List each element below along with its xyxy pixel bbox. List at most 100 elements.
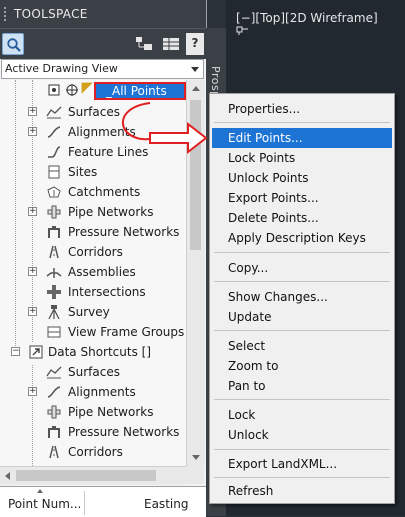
menu-item-apply-description-keys[interactable]: Apply Description Keys — [212, 228, 392, 248]
menu-item-export-points[interactable]: Export Points... — [212, 188, 392, 208]
scroll-up-icon[interactable] — [192, 86, 200, 91]
view-selector-dropdown[interactable]: Active Drawing View — [1, 59, 204, 79]
tree-vertical-scrollbar[interactable] — [186, 80, 205, 466]
expand-icon[interactable]: + — [28, 387, 37, 396]
toolspace-toolbar: ? — [0, 28, 206, 59]
menu-separator — [214, 252, 390, 253]
menu-item-zoom-to[interactable]: Zoom to — [212, 356, 392, 376]
tree-horizontal-scrollbar[interactable] — [0, 466, 186, 485]
intersections-icon — [47, 285, 61, 299]
menu-item-refresh[interactable]: Refresh — [212, 481, 392, 501]
menu-item-label: Export Points... — [228, 191, 319, 205]
menu-item-lock[interactable]: Lock — [212, 405, 392, 425]
pressure-networks-icon — [48, 226, 60, 238]
menu-item-pan-to[interactable]: Pan to — [212, 376, 392, 396]
points-icon — [66, 84, 78, 96]
menu-item-unlock-points[interactable]: Unlock Points — [212, 168, 392, 188]
tree-item-label: Corridors — [68, 245, 123, 259]
scroll-down-icon[interactable] — [192, 455, 200, 460]
expand-icon[interactable]: + — [28, 267, 37, 276]
tree-item-label: Data Shortcuts [] — [48, 345, 152, 359]
menu-separator — [214, 449, 390, 450]
scroll-thumb[interactable] — [190, 100, 201, 250]
tree-item-label: Survey — [68, 305, 110, 319]
menu-item-properties[interactable]: Properties... — [212, 99, 392, 119]
toolspace-title-bar[interactable]: TOOLSPACE — [0, 0, 206, 28]
tree-item-data-shortcuts[interactable]: − Data Shortcuts [] — [0, 342, 186, 362]
viewport-controls-label[interactable]: [−][Top][2D Wireframe] — [236, 11, 378, 25]
tree-item-pipe-networks[interactable]: + Pipe Networks — [0, 202, 186, 222]
menu-item-edit-points[interactable]: Edit Points... — [212, 128, 392, 148]
assemblies-icon — [46, 268, 62, 278]
grip-icon[interactable] — [4, 7, 11, 21]
selected-item-highlight[interactable]: _All Points — [94, 82, 186, 100]
tree-item-feature-lines[interactable]: Feature Lines — [0, 142, 186, 162]
menu-item-delete-points[interactable]: Delete Points... — [212, 208, 392, 228]
menu-separator — [214, 330, 390, 331]
chevron-down-icon — [191, 67, 199, 72]
menu-item-label: Show Changes... — [228, 290, 328, 304]
tree-item-shortcut-surfaces[interactable]: Surfaces — [0, 362, 186, 382]
menu-item-export-landxml[interactable]: Export LandXML... — [212, 454, 392, 474]
menu-item-label: Refresh — [228, 484, 274, 498]
prospector-toggle-button[interactable] — [2, 33, 24, 55]
tree-item-sites[interactable]: Sites — [0, 162, 186, 182]
expand-icon[interactable]: + — [28, 127, 37, 136]
menu-item-label: Delete Points... — [228, 211, 319, 225]
feature-lines-icon — [48, 146, 61, 158]
tree-item-assemblies[interactable]: + Assemblies — [0, 262, 186, 282]
menu-item-lock-points[interactable]: Lock Points — [212, 148, 392, 168]
alignments-icon — [47, 126, 61, 138]
menu-item-label: Properties... — [228, 102, 301, 116]
expand-icon[interactable]: + — [28, 307, 37, 316]
menu-item-copy[interactable]: Copy... — [212, 258, 392, 278]
collapse-icon[interactable]: − — [11, 347, 20, 356]
tree-item-view-frame-groups[interactable]: View Frame Groups — [0, 322, 186, 342]
view-frame-icon — [47, 326, 61, 338]
tree-item-shortcut-pressure-networks[interactable]: Pressure Networks — [0, 422, 186, 442]
ucs-icon — [236, 26, 248, 35]
tree-item-shortcut-alignments[interactable]: + Alignments — [0, 382, 186, 402]
scroll-left-icon[interactable] — [5, 472, 10, 480]
corridors-icon — [49, 445, 59, 459]
toolspace-title: TOOLSPACE — [14, 7, 88, 21]
tree-item-surfaces[interactable]: + Surfaces — [0, 102, 186, 122]
tree-item-all-points[interactable]: _All Points — [0, 80, 186, 100]
tree-item-label: Intersections — [68, 285, 146, 299]
prospector-tree[interactable]: _All Points + Surfaces + Alignments Feat… — [0, 80, 186, 466]
tree-item-label: Pipe Networks — [68, 405, 154, 419]
expand-icon[interactable]: + — [28, 207, 37, 216]
list-view-button[interactable] — [160, 33, 182, 55]
column-divider[interactable] — [84, 491, 85, 515]
item-list-header: Point Num... Easting — [0, 486, 206, 517]
tree-item-intersections[interactable]: Intersections — [0, 282, 186, 302]
tree-item-shortcut-corridors[interactable]: Corridors — [0, 442, 186, 462]
point-group-icon — [48, 84, 60, 96]
tree-item-survey[interactable]: + Survey — [0, 302, 186, 322]
menu-separator — [214, 477, 390, 478]
tree-item-corridors[interactable]: Corridors — [0, 242, 186, 262]
item-view-button[interactable] — [133, 33, 155, 55]
tree-item-label: Feature Lines — [68, 145, 149, 159]
view-selector-value: Active Drawing View — [5, 62, 118, 75]
tree-item-shortcut-pipe-networks[interactable]: Pipe Networks — [0, 402, 186, 422]
tree-view-icon — [136, 37, 152, 50]
menu-item-label: Pan to — [228, 379, 266, 393]
scrollbar-corner — [186, 466, 204, 484]
column-header-easting[interactable]: Easting — [144, 497, 188, 511]
menu-item-unlock[interactable]: Unlock — [212, 425, 392, 445]
tree-item-label: Catchments — [68, 185, 141, 199]
menu-item-show-changes[interactable]: Show Changes... — [212, 287, 392, 307]
menu-item-label: Apply Description Keys — [228, 231, 366, 245]
tree-item-alignments[interactable]: + Alignments — [0, 122, 186, 142]
menu-item-select[interactable]: Select — [212, 336, 392, 356]
help-button[interactable]: ? — [186, 33, 204, 55]
scroll-thumb[interactable] — [16, 470, 156, 481]
column-header-point-number[interactable]: Point Num... — [8, 497, 81, 511]
tree-item-label: Assemblies — [68, 265, 136, 279]
menu-separator — [214, 122, 390, 123]
tree-item-catchments[interactable]: Catchments — [0, 182, 186, 202]
menu-item-update[interactable]: Update — [212, 307, 392, 327]
tree-item-pressure-networks[interactable]: Pressure Networks — [0, 222, 186, 242]
expand-icon[interactable]: + — [28, 107, 37, 116]
